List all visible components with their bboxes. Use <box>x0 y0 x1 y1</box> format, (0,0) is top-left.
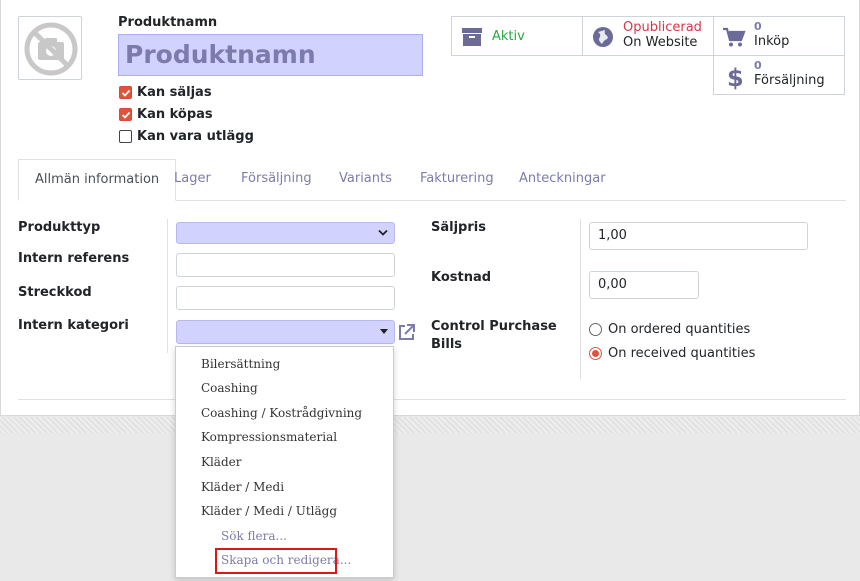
dropdown-item[interactable]: Kläder <box>201 455 241 469</box>
column-divider-left <box>167 219 168 353</box>
radio-button-selected[interactable] <box>589 347 602 360</box>
product-form-sheet: Produktnamn Produktnamn Kan säljas Kan k… <box>0 0 860 416</box>
website-status: Opublicerad <box>623 20 702 35</box>
internal-category-select[interactable] <box>176 320 395 344</box>
can-be-expensed-label: Kan vara utlägg <box>137 129 254 144</box>
checkbox-unchecked[interactable] <box>119 130 132 143</box>
dropdown-item[interactable]: Kläder / Medi <box>201 480 284 494</box>
radio-ordered-label: On ordered quantities <box>608 322 751 337</box>
sales-count: 0 <box>754 59 762 72</box>
control-purchase-label: Control Purchase Bills <box>431 319 557 352</box>
product-name-input[interactable]: Produktnamn <box>118 34 423 76</box>
radio-button[interactable] <box>589 323 602 336</box>
tab-sales[interactable]: Försäljning <box>225 159 328 201</box>
cart-icon <box>723 27 746 47</box>
radio-ordered-quantities[interactable]: On ordered quantities <box>589 322 750 337</box>
dollar-icon: $ <box>727 64 744 90</box>
website-button[interactable]: Opublicerad On Website <box>582 16 714 56</box>
internal-reference-input[interactable] <box>176 253 395 277</box>
barcode-label: Streckkod <box>18 285 92 300</box>
checkbox-checked[interactable] <box>119 86 132 99</box>
archive-icon <box>462 28 482 46</box>
purchases-count: 0 <box>754 20 762 33</box>
sheet-shadow <box>0 417 860 433</box>
internal-category-label: Intern kategori <box>18 318 129 333</box>
product-image[interactable] <box>18 16 82 80</box>
control-purchase-label-line1: Control Purchase <box>431 319 557 334</box>
tab-general-information[interactable]: Allmän information <box>18 159 177 201</box>
tab-inventory[interactable]: Lager <box>158 159 227 201</box>
chevron-down-icon <box>378 229 388 236</box>
active-button[interactable]: Aktiv <box>451 16 583 56</box>
dropdown-item[interactable]: Kompressionsmaterial <box>201 430 337 444</box>
column-divider-right <box>580 219 581 379</box>
product-type-label: Produkttyp <box>18 220 101 235</box>
sheet-divider <box>18 399 846 400</box>
website-label: On Website <box>623 35 698 50</box>
dropdown-item[interactable]: Coashing / Kostrådgivning <box>201 406 362 420</box>
search-more-link[interactable]: Sök flera... <box>221 529 287 543</box>
highlight-box <box>215 548 337 574</box>
svg-text:$: $ <box>727 64 744 90</box>
radio-received-quantities[interactable]: On received quantities <box>589 346 755 361</box>
checkbox-checked[interactable] <box>119 108 132 121</box>
can-be-purchased-label: Kan köpas <box>137 107 213 122</box>
product-type-select[interactable] <box>176 222 395 244</box>
tab-invoicing[interactable]: Fakturering <box>404 159 510 201</box>
radio-received-label: On received quantities <box>608 346 756 361</box>
notebook-tabs: Allmän information Lager Försäljning Var… <box>18 159 846 201</box>
tab-notes[interactable]: Anteckningar <box>503 159 622 201</box>
active-label: Aktiv <box>492 28 525 44</box>
sales-label: Försäljning <box>754 73 825 88</box>
can-be-purchased-checkbox[interactable]: Kan köpas <box>119 107 213 122</box>
purchases-button[interactable]: 0 Inköp <box>713 16 845 56</box>
purchases-label: Inköp <box>754 34 790 49</box>
external-link-icon[interactable] <box>397 323 416 342</box>
no-photo-icon <box>24 22 78 76</box>
can-be-expensed-checkbox[interactable]: Kan vara utlägg <box>119 129 254 144</box>
caret-down-icon <box>380 329 388 334</box>
can-be-sold-label: Kan säljas <box>137 85 212 100</box>
can-be-sold-checkbox[interactable]: Kan säljas <box>119 85 212 100</box>
dropdown-item[interactable]: Kläder / Medi / Utlägg <box>201 504 337 518</box>
globe-icon <box>593 27 613 47</box>
barcode-input[interactable] <box>176 286 395 310</box>
tab-variants[interactable]: Variants <box>323 159 408 201</box>
category-autocomplete-dropdown: Bilersättning Coashing Coashing / Kostrå… <box>175 346 394 578</box>
dropdown-item[interactable]: Coashing <box>201 381 258 395</box>
product-name-label: Produktnamn <box>118 15 218 30</box>
sale-price-input[interactable]: 1,00 <box>589 222 808 250</box>
sales-button[interactable]: $ 0 Försäljning <box>713 55 845 95</box>
cost-input[interactable]: 0,00 <box>589 271 699 299</box>
control-purchase-label-line2: Bills <box>431 337 463 352</box>
internal-reference-label: Intern referens <box>18 251 130 266</box>
cost-label: Kostnad <box>431 270 492 285</box>
dropdown-item[interactable]: Bilersättning <box>201 357 280 371</box>
sale-price-label: Säljpris <box>431 220 486 235</box>
